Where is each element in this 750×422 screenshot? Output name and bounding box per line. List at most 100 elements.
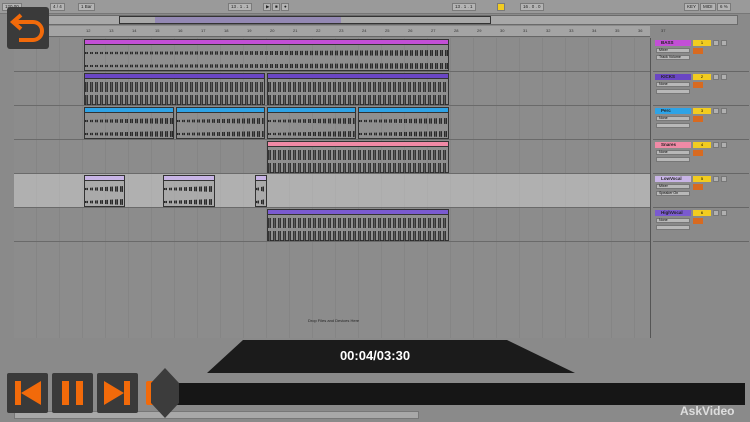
bar-number: 20 <box>270 28 275 33</box>
bar-number: 30 <box>500 28 505 33</box>
bar-number: 33 <box>569 28 574 33</box>
track-headers: BASS Mixer Track Volume 1 KICKS None 2 Perc None… <box>650 38 750 338</box>
volume-field[interactable] <box>693 82 703 88</box>
audio-clip[interactable] <box>267 209 449 241</box>
input-select[interactable]: None <box>656 82 690 87</box>
audio-clip[interactable] <box>84 107 174 139</box>
volume-field[interactable] <box>693 48 703 54</box>
param-select[interactable] <box>656 89 690 94</box>
track-lane-snares[interactable] <box>14 140 650 174</box>
track-name[interactable]: Snares <box>655 142 691 148</box>
loop-button[interactable] <box>497 3 505 11</box>
next-button[interactable] <box>97 373 138 413</box>
bar-number: 26 <box>408 28 413 33</box>
stop-button[interactable]: ■ <box>272 3 280 11</box>
timeline-ruler[interactable]: 12 13 14 15 16 17 18 19 20 21 22 23 24 25 26 27 28 29 30 31… <box>48 26 665 37</box>
audio-clip[interactable] <box>267 107 356 139</box>
play-button[interactable]: ▶ <box>263 3 271 11</box>
param-select[interactable] <box>656 225 690 230</box>
solo-button[interactable] <box>713 40 719 46</box>
track-name[interactable]: BASS <box>655 40 691 46</box>
input-select[interactable]: None <box>656 218 690 223</box>
pause-button[interactable] <box>52 373 93 413</box>
solo-button[interactable] <box>713 176 719 182</box>
param-select[interactable]: Speaker On <box>656 191 690 196</box>
track-lane-bass[interactable] <box>14 38 650 72</box>
track-header-kicks[interactable]: KICKS None 2 <box>653 72 749 106</box>
askvideo-logo: AskVideo <box>680 404 735 418</box>
track-activator[interactable]: 4 <box>693 142 711 148</box>
arm-button[interactable] <box>721 176 727 182</box>
arm-button[interactable] <box>721 40 727 46</box>
track-header-snares[interactable]: Snares None 4 <box>653 140 749 174</box>
param-select[interactable] <box>656 123 690 128</box>
track-lane-highvocal[interactable] <box>14 208 650 242</box>
arrangement-overview[interactable] <box>48 15 738 25</box>
track-lane-perc[interactable] <box>14 106 650 140</box>
bar-number: 16 <box>178 28 183 33</box>
arm-button[interactable] <box>721 210 727 216</box>
track-activator[interactable]: 3 <box>693 108 711 114</box>
audio-clip[interactable] <box>176 107 265 139</box>
bar-number: 12 <box>86 28 91 33</box>
track-header-lowvocal[interactable]: LowVocal Mixer Speaker On 5 <box>653 174 749 208</box>
loop-length-field[interactable]: 16 . 0 . 0 <box>520 3 544 11</box>
quantize-select[interactable]: 1 Bar <box>78 3 95 11</box>
audio-clip[interactable] <box>267 73 449 105</box>
track-activator[interactable]: 6 <box>693 210 711 216</box>
arm-button[interactable] <box>721 142 727 148</box>
bar-number: 27 <box>431 28 436 33</box>
solo-button[interactable] <box>713 74 719 80</box>
track-header-bass[interactable]: BASS Mixer Track Volume 1 <box>653 38 749 72</box>
track-name[interactable]: HighVocal <box>655 210 691 216</box>
arm-button[interactable] <box>721 74 727 80</box>
arrangement-view[interactable] <box>14 38 650 338</box>
key-map-button[interactable]: KEY <box>684 3 700 11</box>
track-header-highvocal[interactable]: HighVocal None 6 <box>653 208 749 242</box>
param-select[interactable] <box>656 157 690 162</box>
track-lane-lowvocal[interactable] <box>14 174 650 208</box>
volume-field[interactable] <box>693 150 703 156</box>
input-select[interactable]: Mixer <box>656 184 690 189</box>
track-lane-kicks[interactable] <box>14 72 650 106</box>
seek-bar[interactable] <box>170 383 745 405</box>
track-header-perc[interactable]: Perc None 3 <box>653 106 749 140</box>
volume-field[interactable] <box>693 116 703 122</box>
bar-number: 34 <box>592 28 597 33</box>
input-select[interactable]: Mixer <box>656 48 690 53</box>
volume-field[interactable] <box>693 218 703 224</box>
loop-start-field[interactable]: 13 . 1 . 1 <box>452 3 476 11</box>
record-button[interactable]: ● <box>281 3 289 11</box>
audio-clip[interactable] <box>358 107 449 139</box>
solo-button[interactable] <box>713 210 719 216</box>
track-activator[interactable]: 1 <box>693 40 711 46</box>
time-signature[interactable]: 4 / 4 <box>50 3 65 11</box>
track-activator[interactable]: 5 <box>693 176 711 182</box>
input-select[interactable]: None <box>656 150 690 155</box>
input-select[interactable]: None <box>656 116 690 121</box>
audio-clip[interactable] <box>267 141 449 173</box>
back-button[interactable] <box>7 7 49 49</box>
bar-number: 13 <box>109 28 114 33</box>
arm-button[interactable] <box>721 108 727 114</box>
solo-button[interactable] <box>713 142 719 148</box>
volume-field[interactable] <box>693 184 703 190</box>
audio-clip[interactable] <box>163 175 215 207</box>
audio-clip[interactable] <box>84 175 125 207</box>
previous-button[interactable] <box>7 373 48 413</box>
bar-number: 36 <box>638 28 643 33</box>
track-name[interactable]: KICKS <box>655 74 691 80</box>
audio-clip[interactable] <box>255 175 267 207</box>
bar-number: 37 <box>661 28 666 33</box>
midi-map-button[interactable]: MIDI <box>700 3 716 11</box>
track-name[interactable]: Perc <box>655 108 691 114</box>
track-name[interactable]: LowVocal <box>655 176 691 182</box>
audio-clip[interactable] <box>84 39 449 71</box>
bar-number: 23 <box>339 28 344 33</box>
solo-button[interactable] <box>713 108 719 114</box>
track-activator[interactable]: 2 <box>693 74 711 80</box>
param-select[interactable]: Track Volume <box>656 55 690 60</box>
position-field[interactable]: 13 . 1 . 1 <box>228 3 252 11</box>
bar-number: 17 <box>201 28 206 33</box>
audio-clip[interactable] <box>84 73 265 105</box>
